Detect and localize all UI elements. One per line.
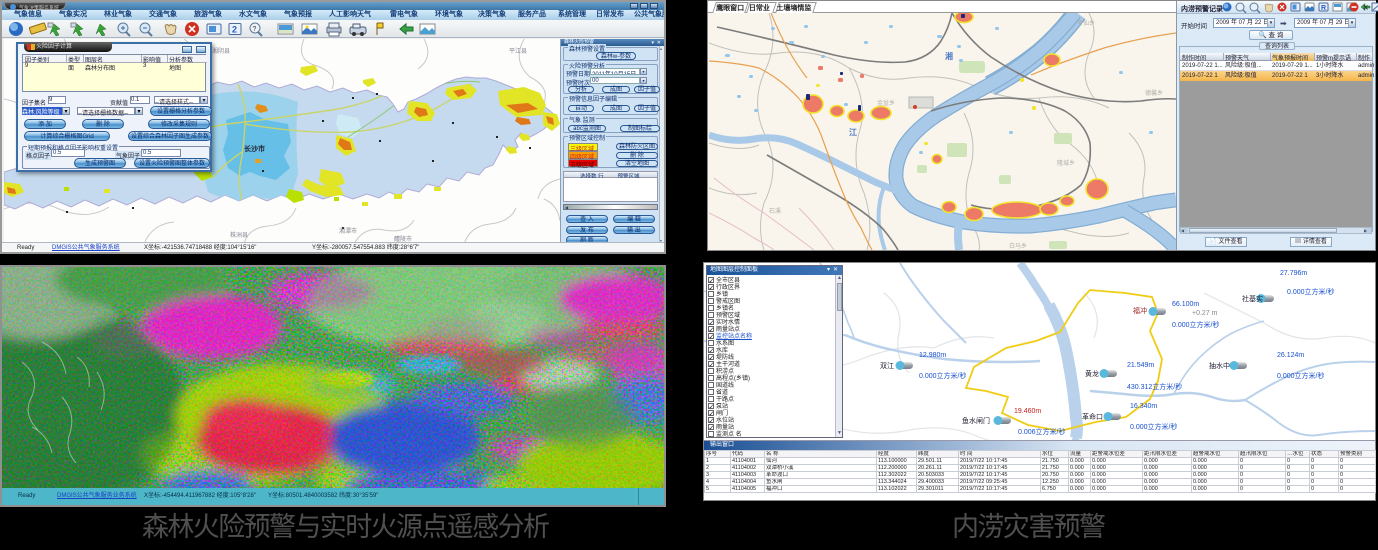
svg-text:江: 江 xyxy=(849,127,857,137)
svg-text:社基实: 社基实 xyxy=(1242,294,1263,303)
svg-text:湘阴县: 湘阴县 xyxy=(212,47,230,55)
svg-text:?: ? xyxy=(253,26,257,33)
svg-text:长沙市: 长沙市 xyxy=(244,144,265,153)
svg-text:双江: 双江 xyxy=(880,362,894,370)
svg-text:+0.27 m: +0.27 m xyxy=(1192,310,1218,317)
svg-text:湘: 湘 xyxy=(945,51,953,61)
svg-text:21.549m: 21.549m xyxy=(1127,362,1154,369)
svg-text:黄龙: 黄龙 xyxy=(1085,369,1099,378)
svg-text:66.100m: 66.100m xyxy=(1172,301,1199,308)
svg-text:株洲县: 株洲县 xyxy=(230,231,248,239)
svg-text:湘潭市: 湘潭市 xyxy=(339,227,357,235)
svg-text:鱼水闸门: 鱼水闸门 xyxy=(962,416,990,425)
svg-text:26.124m: 26.124m xyxy=(1277,352,1304,359)
svg-text:抽水中: 抽水中 xyxy=(1209,361,1230,370)
svg-text:0.000立方米/秒: 0.000立方米/秒 xyxy=(1287,287,1334,296)
svg-text:0.006立方米/秒: 0.006立方米/秒 xyxy=(1018,427,1065,436)
svg-text:16.340m: 16.340m xyxy=(1130,403,1157,410)
svg-text:0.000立方米/秒: 0.000立方米/秒 xyxy=(1277,371,1324,380)
svg-text:白马乡: 白马乡 xyxy=(1009,242,1027,250)
svg-text:考仙乡: 考仙乡 xyxy=(1077,19,1095,27)
svg-text:0.000立方米/秒: 0.000立方米/秒 xyxy=(919,371,966,380)
svg-text:0.000立方米/秒: 0.000立方米/秒 xyxy=(1130,422,1177,431)
svg-text:石溪: 石溪 xyxy=(769,207,781,215)
svg-text:430.312立方米/秒: 430.312立方米/秒 xyxy=(1127,382,1182,391)
svg-text:19.460m: 19.460m xyxy=(1014,408,1041,415)
svg-text:R: R xyxy=(1321,5,1326,12)
svg-text:平江县: 平江县 xyxy=(509,48,527,55)
svg-text:0.000立方米/秒: 0.000立方米/秒 xyxy=(1172,320,1219,329)
svg-text:德馨乡: 德馨乡 xyxy=(1145,89,1163,97)
svg-text:12.980m: 12.980m xyxy=(919,352,946,359)
svg-text:隆城乡: 隆城乡 xyxy=(1057,159,1075,167)
svg-text:×: × xyxy=(1363,3,1368,13)
svg-text:2: 2 xyxy=(232,25,237,35)
svg-text:27.796m: 27.796m xyxy=(1280,270,1307,277)
svg-text:福冲: 福冲 xyxy=(1133,306,1147,315)
svg-text:金盆乡: 金盆乡 xyxy=(877,99,895,107)
svg-text:革命口: 革命口 xyxy=(1082,412,1103,421)
